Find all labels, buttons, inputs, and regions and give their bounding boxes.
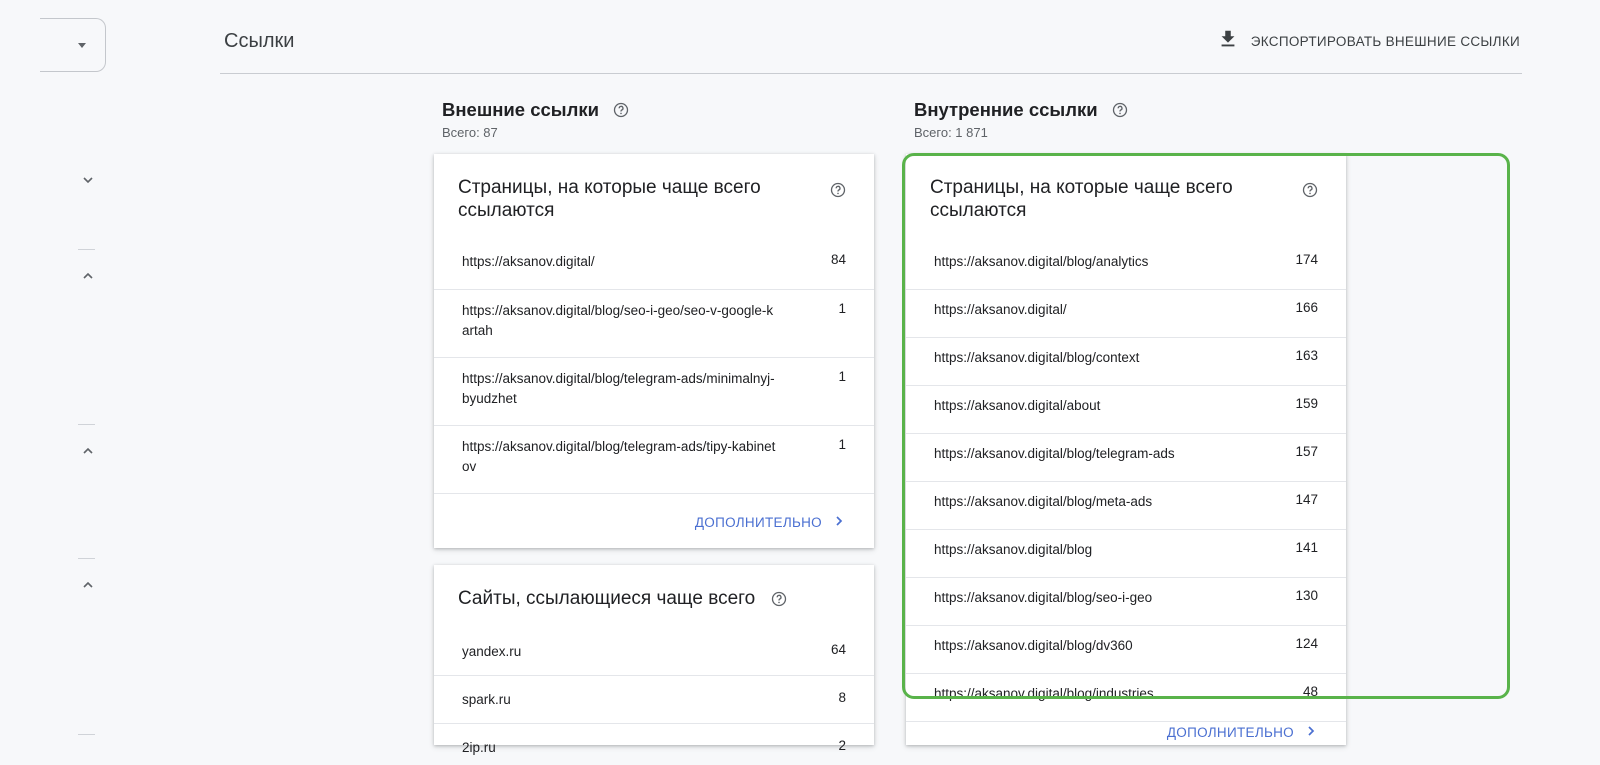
table-row[interactable]: spark.ru 8: [434, 676, 874, 724]
row-count: 64: [830, 642, 846, 657]
more-label: ДОПОЛНИТЕЛЬНО: [1166, 725, 1294, 740]
row-url: spark.ru: [462, 692, 511, 707]
table-row[interactable]: yandex.ru 64: [434, 628, 874, 676]
row-count: 1: [838, 437, 846, 452]
row-count: 159: [1295, 396, 1318, 411]
help-icon[interactable]: [771, 591, 787, 607]
more-label: ДОПОЛНИТЕЛЬНО: [694, 515, 822, 530]
row-url: https://aksanov.digital/blog/telegram-ad…: [462, 371, 775, 406]
table-row[interactable]: https://aksanov.digital/blog 141: [906, 530, 1346, 578]
rail-divider: [78, 424, 95, 425]
more-button[interactable]: ДОПОЛНИТЕЛЬНО: [695, 514, 846, 531]
row-count: 84: [830, 252, 846, 267]
table-row[interactable]: https://aksanov.digital/blog/dv360 124: [906, 626, 1346, 674]
external-links-header: Внешние ссылки Всего: 87: [442, 99, 629, 140]
row-count: 174: [1295, 252, 1318, 267]
rail-divider: [78, 249, 95, 250]
card-title: Сайты, ссылающиеся чаще всего: [458, 588, 756, 609]
row-count: 163: [1295, 348, 1318, 363]
internal-links-title: Внутренние ссылки: [914, 99, 1098, 120]
row-count: 1: [838, 369, 846, 384]
table-row[interactable]: 2ip.ru 2: [434, 724, 874, 765]
row-url: https://aksanov.digital/blog/industries: [934, 686, 1154, 701]
row-url: https://aksanov.digital/: [934, 302, 1067, 317]
external-top-pages-card: Страницы, на которые чаще всего ссылаютс…: [434, 154, 874, 548]
help-icon[interactable]: [1112, 102, 1128, 118]
row-url: yandex.ru: [462, 644, 522, 659]
row-count: 147: [1295, 492, 1318, 507]
row-count: 141: [1295, 540, 1318, 555]
row-count: 130: [1295, 588, 1318, 603]
row-count: 2: [838, 738, 846, 753]
table-row[interactable]: https://aksanov.digital/blog/context 163: [906, 338, 1346, 386]
table-row[interactable]: https://aksanov.digital/about 159: [906, 386, 1346, 434]
card-title: Страницы, на которые чаще всего ссылаютс…: [458, 177, 761, 221]
external-links-total: Всего: 87: [442, 125, 498, 140]
row-url: 2ip.ru: [462, 740, 496, 755]
row-count: 166: [1295, 300, 1318, 315]
chevron-up-icon[interactable]: [80, 577, 96, 593]
row-url: https://aksanov.digital/blog/seo-i-geo/s…: [462, 303, 774, 338]
row-url: https://aksanov.digital/blog/telegram-ad…: [934, 446, 1175, 461]
table-row[interactable]: https://aksanov.digital/blog/seo-i-geo 1…: [906, 578, 1346, 626]
more-button[interactable]: ДОПОЛНИТЕЛЬНО: [1167, 724, 1318, 741]
rail-divider: [78, 734, 95, 735]
table-row[interactable]: https://aksanov.digital/blog/industries …: [906, 674, 1346, 722]
internal-links-total: Всего: 1 871: [914, 125, 988, 140]
table-row[interactable]: https://aksanov.digital/blog/seo-i-geo/s…: [434, 290, 874, 358]
row-url: https://aksanov.digital/blog/context: [934, 350, 1140, 365]
page-title: Ссылки: [224, 30, 295, 52]
property-selector[interactable]: [40, 18, 106, 72]
export-external-links-button[interactable]: ЭКСПОРТИРОВАТЬ ВНЕШНИЕ ССЫЛКИ: [1217, 28, 1520, 55]
header-divider: [220, 73, 1522, 74]
internal-top-pages-card: Страницы, на которые чаще всего ссылаютс…: [906, 154, 1346, 745]
row-url: https://aksanov.digital/blog/meta-ads: [934, 494, 1153, 509]
row-url: https://aksanov.digital/: [462, 254, 595, 269]
row-count: 157: [1295, 444, 1318, 459]
row-count: 8: [838, 690, 846, 705]
row-count: 1: [838, 301, 846, 316]
row-count: 48: [1302, 684, 1318, 699]
export-label: ЭКСПОРТИРОВАТЬ ВНЕШНИЕ ССЫЛКИ: [1250, 34, 1520, 49]
row-url: https://aksanov.digital/blog: [934, 542, 1093, 557]
rail-divider: [78, 558, 95, 559]
help-icon[interactable]: [613, 102, 629, 118]
table-row[interactable]: https://aksanov.digital/blog/telegram-ad…: [434, 358, 874, 426]
table-row[interactable]: https://aksanov.digital/ 166: [906, 290, 1346, 338]
card-title: Страницы, на которые чаще всего ссылаютс…: [930, 177, 1233, 221]
chevron-down-icon[interactable]: [80, 172, 96, 188]
download-icon: [1217, 28, 1239, 55]
table-row[interactable]: https://aksanov.digital/ 84: [434, 242, 874, 290]
row-url: https://aksanov.digital/blog/analytics: [934, 254, 1149, 269]
table-row[interactable]: https://aksanov.digital/blog/meta-ads 14…: [906, 482, 1346, 530]
row-url: https://aksanov.digital/blog/dv360: [934, 638, 1133, 653]
row-url: https://aksanov.digital/about: [934, 398, 1101, 413]
help-icon[interactable]: [830, 182, 846, 198]
help-icon[interactable]: [1302, 182, 1318, 198]
external-top-sites-card: Сайты, ссылающиеся чаще всего yandex.ru …: [434, 565, 874, 755]
table-row[interactable]: https://aksanov.digital/blog/telegram-ad…: [434, 426, 874, 494]
chevron-up-icon[interactable]: [80, 268, 96, 284]
card-title-wrap: Сайты, ссылающиеся чаще всего: [458, 587, 787, 610]
row-url: https://aksanov.digital/blog/telegram-ad…: [462, 439, 776, 474]
chevron-right-icon: [832, 514, 846, 531]
internal-links-header: Внутренние ссылки Всего: 1 871: [914, 99, 1128, 140]
caret-down-icon: [78, 43, 86, 48]
table-row[interactable]: https://aksanov.digital/blog/telegram-ad…: [906, 434, 1346, 482]
table-row[interactable]: https://aksanov.digital/blog/analytics 1…: [906, 242, 1346, 290]
row-count: 124: [1295, 636, 1318, 651]
external-links-title: Внешние ссылки: [442, 99, 599, 120]
chevron-up-icon[interactable]: [80, 443, 96, 459]
row-url: https://aksanov.digital/blog/seo-i-geo: [934, 590, 1153, 605]
chevron-right-icon: [1304, 724, 1318, 741]
